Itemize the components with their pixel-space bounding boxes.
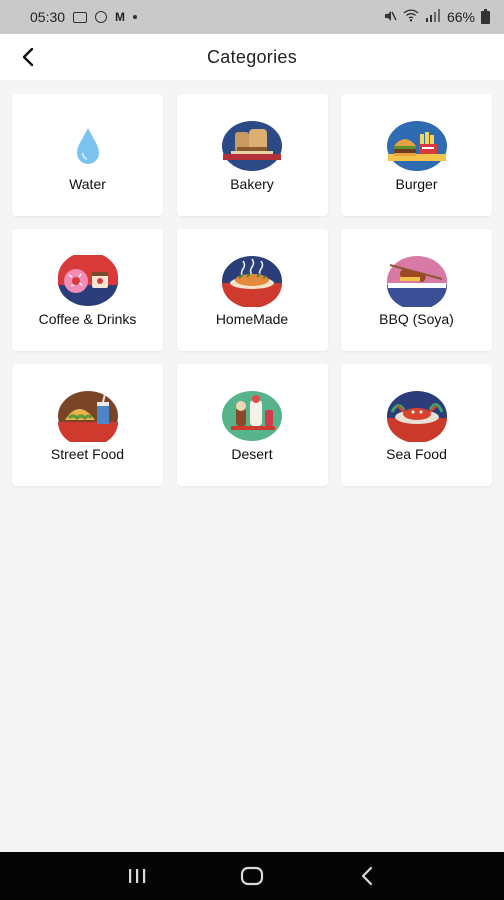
recent-apps-icon <box>129 869 146 883</box>
more-notifications-icon <box>133 15 138 19</box>
wifi-icon <box>403 9 419 25</box>
categories-grid: Water Bakery Burger Coffee & Drinks Home… <box>12 94 492 486</box>
status-right: 66% <box>383 8 490 26</box>
street-food-icon <box>57 390 119 442</box>
category-card-desert[interactable]: Desert <box>176 364 328 486</box>
category-card-burger[interactable]: Burger <box>341 94 492 216</box>
signal-icon <box>425 9 441 25</box>
category-card-homemade[interactable]: HomeMade <box>176 229 328 351</box>
category-card-coffee-drinks[interactable]: Coffee & Drinks <box>12 229 163 351</box>
battery-icon <box>481 8 490 24</box>
bbq-icon <box>386 255 448 307</box>
back-arrow-icon <box>22 47 34 67</box>
coffee-drinks-icon <box>57 255 119 307</box>
category-label: Coffee & Drinks <box>38 311 137 327</box>
status-time: 05:30 <box>30 9 66 25</box>
category-label: Burger <box>395 176 438 192</box>
category-label: Water <box>69 176 106 192</box>
category-label: HomeMade <box>215 311 289 327</box>
category-label: Bakery <box>230 176 274 192</box>
category-card-street-food[interactable]: Street Food <box>12 364 163 486</box>
category-card-sea-food[interactable]: Sea Food <box>341 364 492 486</box>
dessert-icon <box>221 390 283 442</box>
nav-back-icon <box>361 866 372 886</box>
recent-apps-button[interactable] <box>117 856 157 896</box>
battery-level: 66% <box>446 9 475 25</box>
bakery-icon <box>221 120 283 172</box>
water-drop-icon <box>57 120 119 172</box>
category-label: Desert <box>231 446 273 462</box>
category-card-bbq[interactable]: BBQ (Soya) <box>341 229 492 351</box>
circle-app-icon <box>95 11 108 23</box>
page-title: Categories <box>206 46 298 67</box>
status-bar: 05:30 M 66% <box>0 0 504 34</box>
home-icon <box>240 866 264 886</box>
mute-icon <box>383 9 397 26</box>
homemade-food-icon <box>221 255 283 307</box>
home-button[interactable] <box>232 856 272 896</box>
category-card-bakery[interactable]: Bakery <box>176 94 328 216</box>
category-label: Street Food <box>50 446 125 462</box>
seafood-icon <box>386 390 448 442</box>
system-nav-bar <box>0 852 504 900</box>
gmail-icon: M <box>115 10 126 24</box>
status-left: 05:30 M <box>30 9 138 25</box>
app-header: Categories <box>0 34 504 80</box>
image-icon <box>73 11 88 23</box>
burger-icon <box>386 120 448 172</box>
category-label: BBQ (Soya) <box>379 311 454 327</box>
nav-back-button[interactable] <box>347 856 387 896</box>
category-card-water[interactable]: Water <box>12 94 163 216</box>
back-button[interactable] <box>12 40 46 74</box>
category-label: Sea Food <box>386 446 447 462</box>
